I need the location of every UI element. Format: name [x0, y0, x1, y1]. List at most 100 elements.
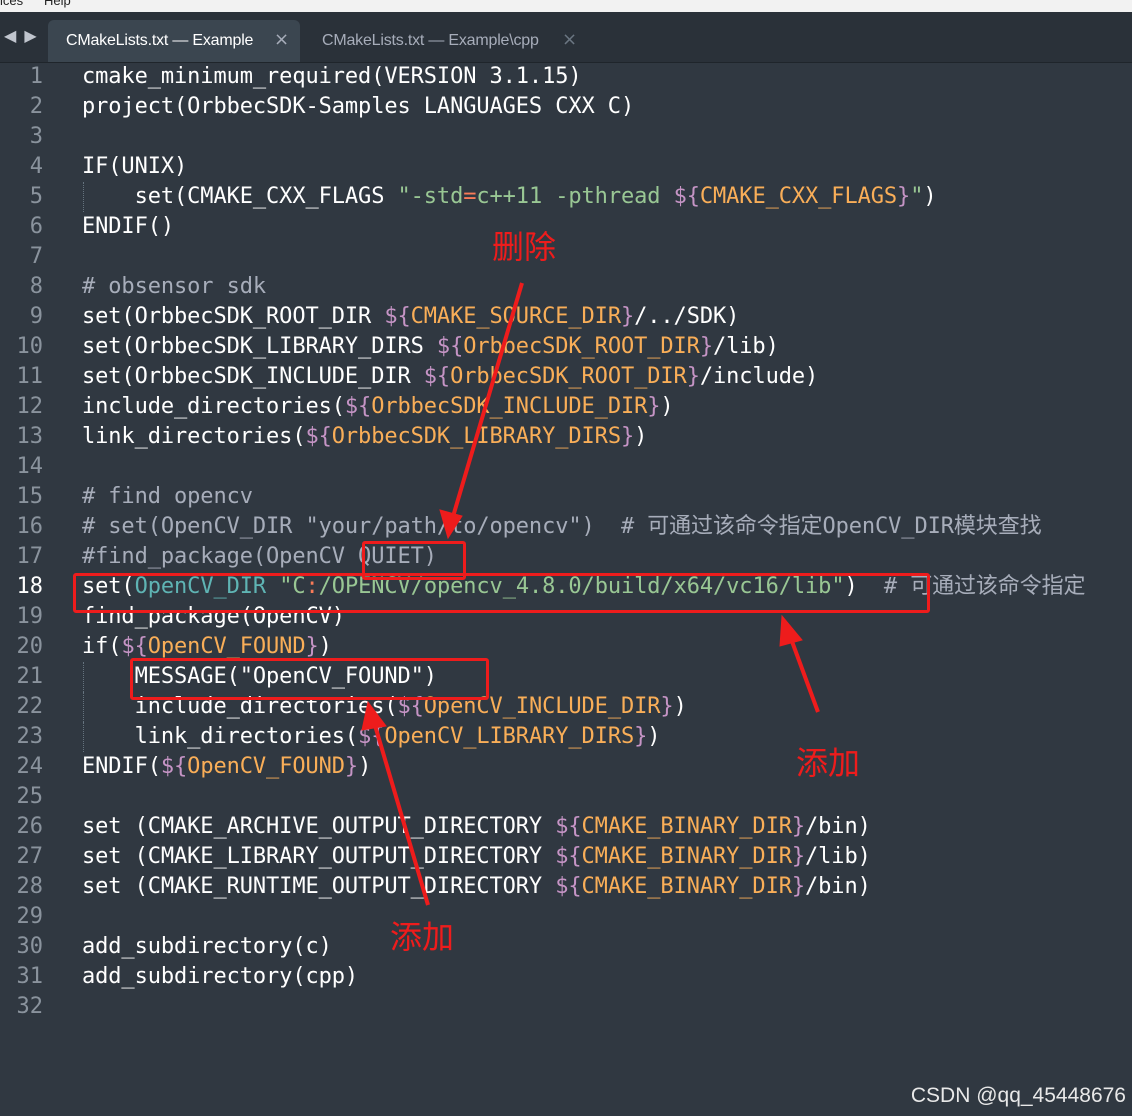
code-token: CMAKE_BINARY_DIR: [581, 844, 792, 869]
menu-item-fragment-left[interactable]: ices: [0, 0, 23, 8]
tab-close-icon[interactable]: ×: [562, 29, 577, 50]
code-text: IF(UNIX): [82, 152, 187, 182]
code-token: }: [791, 874, 806, 899]
code-token: set (CMAKE_RUNTIME_OUTPUT_DIRECTORY: [82, 874, 556, 899]
code-line[interactable]: 28 set (CMAKE_RUNTIME_OUTPUT_DIRECTORY ${…: [0, 872, 1132, 902]
code-token: ): [923, 184, 937, 209]
code-token: ${: [555, 874, 582, 899]
code-line[interactable]: 30 add_subdirectory(c): [0, 932, 1132, 962]
code-text: # obsensor sdk: [82, 272, 266, 302]
tab-back-arrow-icon[interactable]: ◀: [4, 26, 16, 45]
code-text: link_directories(${OpenCV_LIBRARY_DIRS}): [82, 722, 661, 752]
code-token: set(OrbbecSDK_LIBRARY_DIRS: [82, 334, 437, 359]
line-number: 19: [16, 604, 44, 629]
code-text: link_directories(${OrbbecSDK_LIBRARY_DIR…: [82, 422, 647, 452]
annotation-label-delete: 删除: [492, 228, 557, 266]
code-text: set(OrbbecSDK_ROOT_DIR ${CMAKE_SOURCE_DI…: [82, 302, 739, 332]
code-token: ${: [160, 754, 188, 779]
code-token: IF(UNIX): [82, 154, 188, 179]
code-token: OrbbecSDK_ROOT_DIR: [463, 334, 700, 359]
line-number: 10: [16, 334, 44, 359]
code-token: ${: [344, 394, 372, 419]
code-line[interactable]: 13 link_directories(${OrbbecSDK_LIBRARY_D…: [0, 422, 1132, 452]
code-token: OrbbecSDK_LIBRARY_DIRS: [331, 424, 621, 449]
line-number: 21: [16, 664, 44, 689]
tab-close-icon[interactable]: ×: [274, 29, 289, 50]
code-token: ): [358, 754, 372, 779]
menu-item-help[interactable]: Help: [44, 0, 71, 8]
code-token: }: [344, 754, 359, 779]
code-token: c++11 -pthread: [476, 184, 674, 209]
code-token: }: [305, 634, 319, 659]
code-line[interactable]: 3: [0, 122, 1132, 152]
code-text: set(CMAKE_CXX_FLAGS "-std=c++11 -pthread…: [82, 182, 937, 212]
code-line[interactable]: 32: [0, 992, 1132, 1022]
line-number: 32: [16, 994, 44, 1019]
code-token: ${: [555, 814, 582, 839]
code-line[interactable]: 29: [0, 902, 1132, 932]
line-number: 28: [16, 874, 44, 899]
tab-nav-arrows: ◀ ▶: [4, 26, 45, 45]
code-token: ${: [305, 424, 332, 449]
code-line[interactable]: 23 link_directories(${OpenCV_LIBRARY_DIR…: [0, 722, 1132, 752]
code-token: /lib): [713, 334, 779, 359]
code-token: /bin): [805, 814, 871, 839]
code-line[interactable]: 27 set (CMAKE_LIBRARY_OUTPUT_DIRECTORY ${…: [0, 842, 1132, 872]
line-number: 20: [16, 634, 44, 659]
code-line[interactable]: 17 #find_package(OpenCV QUIET): [0, 542, 1132, 572]
code-line[interactable]: 12 include_directories(${OrbbecSDK_INCLUD…: [0, 392, 1132, 422]
line-number: 17: [16, 544, 44, 569]
code-token: add_subdirectory(cpp): [82, 964, 359, 989]
line-number: 3: [29, 124, 43, 149]
code-token: }: [686, 364, 700, 389]
code-text: project(OrbbecSDK-Samples LANGUAGES CXX …: [82, 92, 634, 122]
code-text: ENDIF(${OpenCV_FOUND}): [82, 752, 371, 782]
code-token: if(: [82, 634, 122, 659]
code-text: set(OrbbecSDK_INCLUDE_DIR ${OrbbecSDK_RO…: [82, 362, 818, 392]
code-token: OrbbecSDK_INCLUDE_DIR: [371, 394, 648, 419]
tab-forward-arrow-icon[interactable]: ▶: [24, 26, 36, 45]
code-token: }: [647, 394, 661, 419]
code-line[interactable]: 4 IF(UNIX): [0, 152, 1132, 182]
code-token: cmake_minimum_required(VERSION 3.1.15): [82, 64, 582, 89]
code-line[interactable]: 16 # set(OpenCV_DIR "your/path/to/opencv"…: [0, 512, 1132, 542]
code-line[interactable]: 6 ENDIF(): [0, 212, 1132, 242]
code-token: /lib): [805, 844, 871, 869]
code-token: OrbbecSDK_ROOT_DIR: [450, 364, 687, 389]
code-line[interactable]: 2 project(OrbbecSDK-Samples LANGUAGES CXX…: [0, 92, 1132, 122]
code-token: }: [897, 184, 911, 209]
code-token: add_subdirectory(c): [82, 934, 332, 959]
code-token: CMAKE_BINARY_DIR: [581, 874, 792, 899]
code-line[interactable]: 5 set(CMAKE_CXX_FLAGS "-std=c++11 -pthre…: [0, 182, 1132, 212]
code-line[interactable]: 24 ENDIF(${OpenCV_FOUND}): [0, 752, 1132, 782]
code-token: OpenCV_FOUND: [187, 754, 345, 779]
code-line[interactable]: 15 # find opencv: [0, 482, 1132, 512]
code-token: set(OrbbecSDK_ROOT_DIR: [82, 304, 385, 329]
code-line[interactable]: 25: [0, 782, 1132, 812]
code-text: add_subdirectory(c): [82, 932, 332, 962]
line-number: 13: [16, 424, 44, 449]
code-line[interactable]: 9 set(OrbbecSDK_ROOT_DIR ${CMAKE_SOURCE_D…: [0, 302, 1132, 332]
code-token: ): [647, 724, 661, 749]
code-line[interactable]: 14: [0, 452, 1132, 482]
code-line[interactable]: 26 set (CMAKE_ARCHIVE_OUTPUT_DIRECTORY ${…: [0, 812, 1132, 842]
code-line[interactable]: 10 set(OrbbecSDK_LIBRARY_DIRS ${OrbbecSDK…: [0, 332, 1132, 362]
code-line[interactable]: 31 add_subdirectory(cpp): [0, 962, 1132, 992]
line-number: 11: [16, 364, 44, 389]
tab-cmakelists-example[interactable]: CMakeLists.txt — Example ×: [48, 20, 300, 62]
code-line[interactable]: 11 set(OrbbecSDK_INCLUDE_DIR ${OrbbecSDK_…: [0, 362, 1132, 392]
code-token: link_directories(: [82, 424, 306, 449]
code-token: ${: [555, 844, 582, 869]
code-line[interactable]: 7: [0, 242, 1132, 272]
line-number: 27: [16, 844, 44, 869]
code-token: ${: [121, 634, 148, 659]
code-line[interactable]: 1 cmake_minimum_required(VERSION 3.1.15): [0, 62, 1132, 92]
code-token: =: [463, 184, 477, 209]
line-number: 18: [16, 574, 44, 599]
line-number: 24: [16, 754, 44, 779]
tab-cmakelists-example-cpp[interactable]: CMakeLists.txt — Example\cpp ×: [304, 20, 590, 62]
code-line[interactable]: 8 # obsensor sdk: [0, 272, 1132, 302]
code-text: # find opencv: [82, 482, 253, 512]
code-token: }: [660, 694, 674, 719]
line-number: 8: [29, 274, 43, 299]
